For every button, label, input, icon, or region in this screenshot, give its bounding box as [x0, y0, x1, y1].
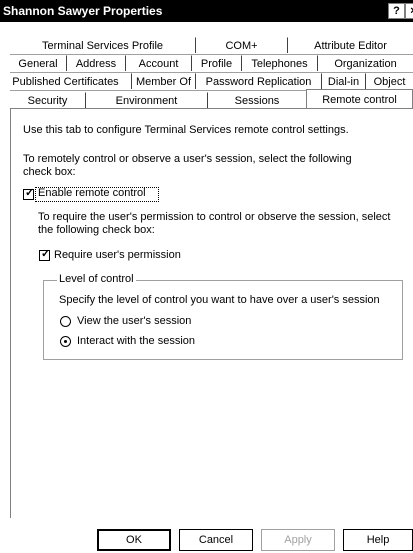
tab-account[interactable]: Account [126, 55, 192, 71]
interact-session-label[interactable]: Interact with the session [77, 335, 195, 348]
checkmark-icon: ✓ [25, 187, 35, 199]
tab-terminal-services-profile[interactable]: Terminal Services Profile [10, 37, 196, 53]
tab-remote-control[interactable]: Remote control [306, 89, 413, 108]
tab-dial-in[interactable]: Dial-in [322, 73, 366, 89]
view-session-radio[interactable] [60, 316, 71, 327]
level-description-text: Specify the level of control you want to… [59, 294, 380, 306]
require-permission-checkbox[interactable]: ✓ [39, 248, 51, 261]
level-of-control-legend: Level of control [57, 273, 136, 286]
apply-button[interactable]: Apply [261, 529, 335, 551]
cancel-button[interactable]: Cancel [179, 529, 253, 551]
tab-environment[interactable]: Environment [86, 92, 208, 108]
require-permission-label[interactable]: Require user's permission [54, 249, 181, 262]
view-session-label[interactable]: View the user's session [77, 315, 191, 328]
tab-general[interactable]: General [10, 55, 67, 71]
help-title-button[interactable]: ? [388, 3, 405, 19]
tab-published-certificates[interactable]: Published Certificates [0, 73, 132, 89]
checkmark-icon: ✓ [41, 248, 51, 260]
permission-instruction-text: To require the user's permission to cont… [38, 211, 391, 236]
radio-selected-dot [64, 340, 67, 343]
window-title: Shannon Sawyer Properties [3, 4, 163, 18]
help-button[interactable]: Help [343, 529, 413, 551]
tab-address[interactable]: Address [67, 55, 126, 71]
tab-member-of[interactable]: Member Of [132, 73, 196, 89]
ok-button[interactable]: OK [97, 529, 171, 551]
tab-telephones[interactable]: Telephones [242, 55, 318, 71]
tab-organization[interactable]: Organization [318, 55, 413, 71]
enable-remote-control-checkbox[interactable]: ✓ [23, 187, 35, 200]
tab-com-plus[interactable]: COM+ [196, 37, 288, 53]
tab-object[interactable]: Object [366, 73, 413, 89]
tab-attribute-editor[interactable]: Attribute Editor [288, 37, 413, 53]
close-title-button[interactable]: × [405, 3, 413, 19]
enable-remote-control-label[interactable]: Enable remote control [38, 187, 146, 200]
interact-session-radio[interactable] [60, 336, 71, 347]
title-bar[interactable]: Shannon Sawyer Properties ? × [0, 0, 413, 22]
intro-text: Use this tab to configure Terminal Servi… [23, 124, 349, 136]
tab-profile[interactable]: Profile [192, 55, 242, 71]
tab-sessions[interactable]: Sessions [208, 92, 306, 108]
tab-security[interactable]: Security [10, 92, 86, 108]
remote-instruction-text: To remotely control or observe a user's … [23, 153, 352, 178]
tab-password-replication[interactable]: Password Replication [196, 73, 322, 89]
